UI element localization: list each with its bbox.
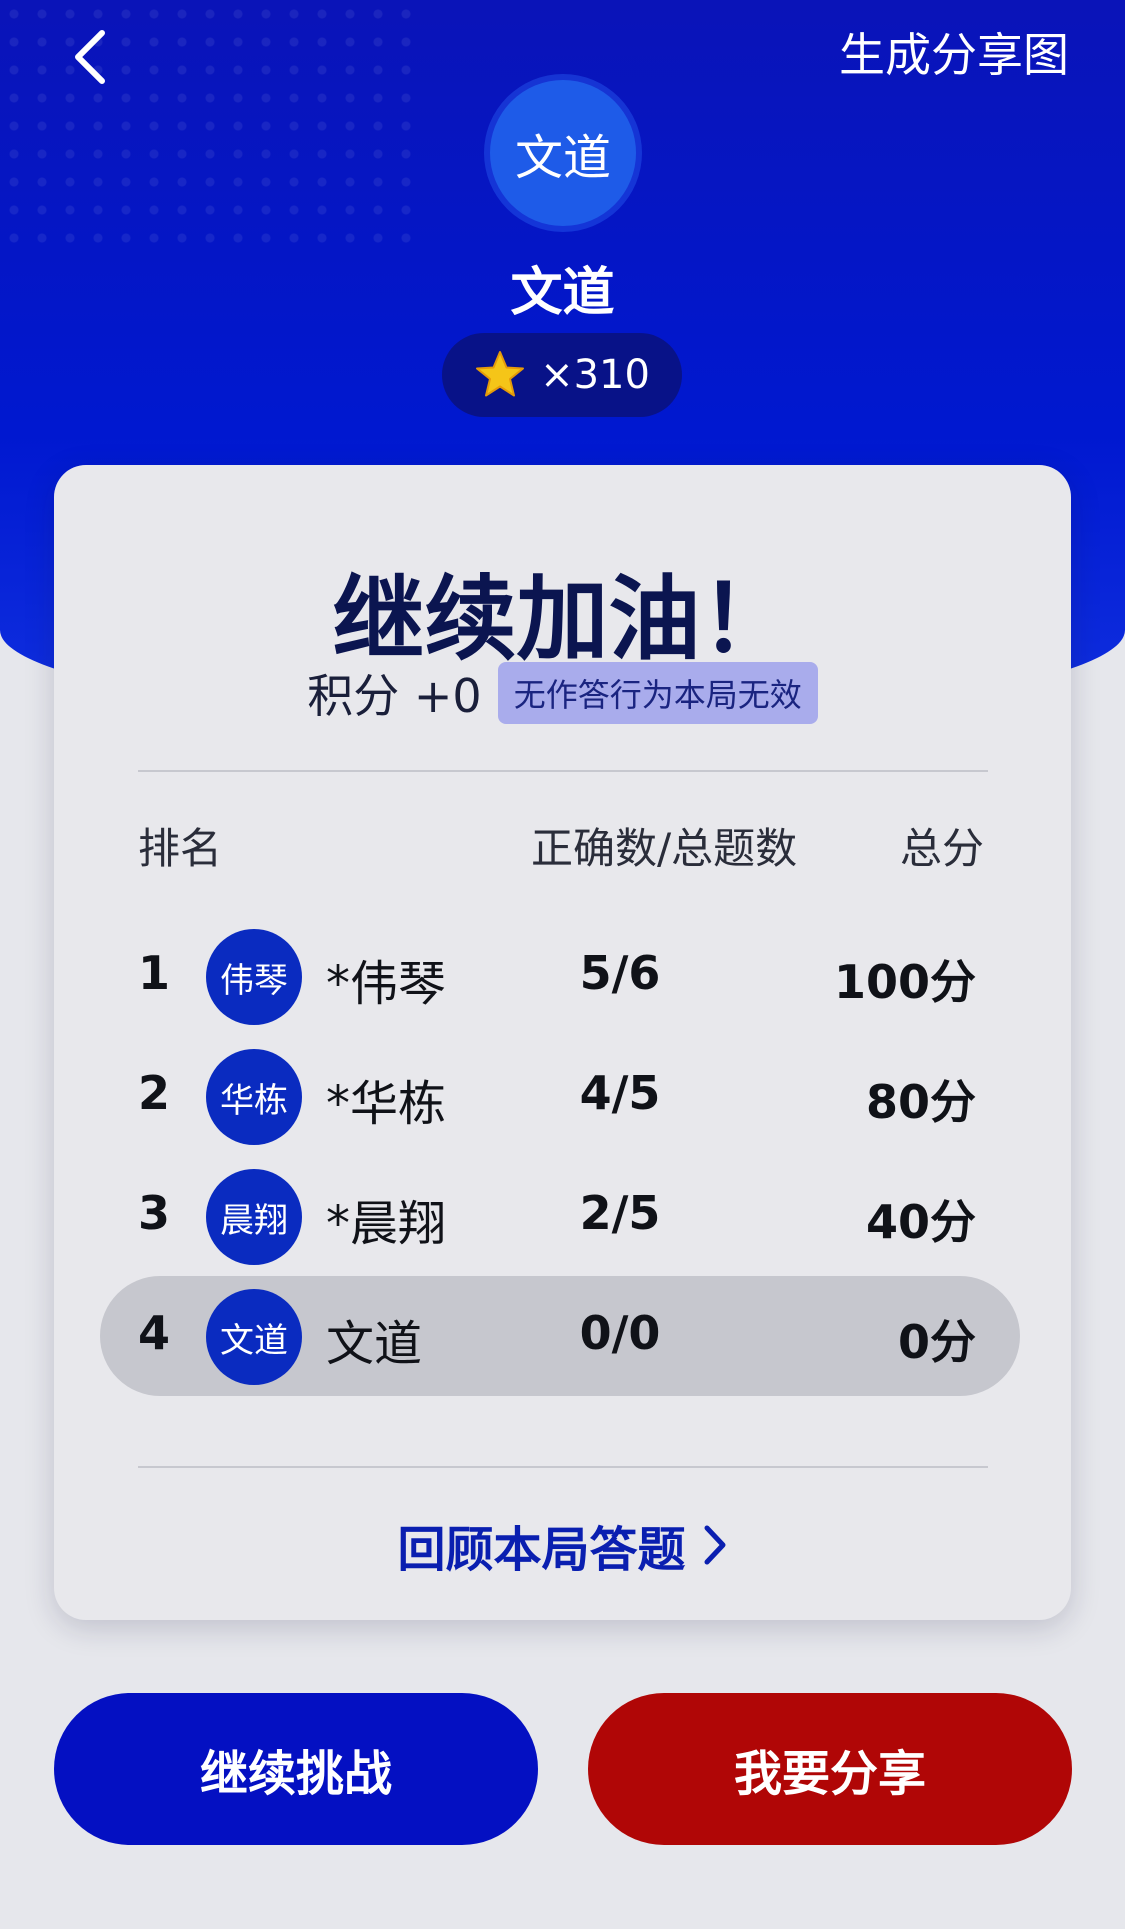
row-rank: 4 — [138, 1306, 171, 1360]
table-row-current-user: 4 文道 文道 0/0 0分 — [100, 1276, 1020, 1396]
row-correct: 0/0 — [579, 1306, 661, 1360]
coin-balance-pill: ×310 — [442, 333, 682, 417]
header-total: 总分 — [899, 824, 984, 873]
share-button[interactable]: 我要分享 — [588, 1693, 1072, 1845]
header-rank: 排名 — [138, 824, 223, 873]
row-avatar: 伟琴 — [206, 929, 302, 1025]
row-name: 文道 — [326, 1316, 423, 1372]
row-name: *伟琴 — [326, 956, 447, 1012]
row-score: 80分 — [865, 1075, 976, 1129]
row-rank: 1 — [138, 946, 171, 1000]
row-avatar: 文道 — [206, 1289, 302, 1385]
result-title: 继续加油！ — [332, 566, 793, 673]
row-avatar: 华栋 — [206, 1049, 302, 1145]
invalid-round-badge: 无作答行为本局无效 — [497, 662, 818, 724]
table-row: 3 晨翔 *晨翔 2/5 40分 — [100, 1156, 1020, 1276]
ranking-table-header: 排名 正确数/总题数 总分 — [138, 815, 988, 875]
row-score: 100分 — [833, 955, 976, 1009]
generate-share-image-button[interactable]: 生成分享图 — [839, 22, 1069, 88]
review-answers-link[interactable]: 回顾本局答题 — [54, 1510, 1071, 1580]
table-row: 1 伟琴 *伟琴 5/6 100分 — [100, 916, 1020, 1036]
chevron-right-icon — [704, 1525, 725, 1565]
row-correct: 4/5 — [579, 1066, 661, 1120]
row-avatar: 晨翔 — [206, 1169, 302, 1265]
row-score: 0分 — [897, 1315, 976, 1369]
chevron-left-icon — [75, 30, 105, 84]
score-row: 积分 +0 无作答行为本局无效 — [54, 660, 1071, 726]
review-answers-label: 回顾本局答题 — [397, 1522, 686, 1578]
row-correct: 2/5 — [579, 1186, 661, 1240]
row-correct: 5/6 — [579, 946, 661, 1000]
score-label: 积分 +0 — [307, 669, 482, 723]
row-name: *华栋 — [326, 1076, 447, 1132]
result-card: 继续加油！ 积分 +0 无作答行为本局无效 排名 正确数/总题数 总分 1 伟琴… — [54, 465, 1071, 1620]
user-avatar: 文道 — [490, 80, 636, 226]
coin-count: ×310 — [540, 352, 650, 398]
divider-top — [138, 770, 988, 772]
row-name: *晨翔 — [326, 1196, 447, 1252]
star-icon — [476, 351, 525, 397]
row-score: 40分 — [865, 1195, 976, 1249]
divider-bottom — [138, 1466, 988, 1468]
username: 文道 — [510, 263, 615, 323]
continue-challenge-button[interactable]: 继续挑战 — [54, 1693, 538, 1845]
header-correct: 正确数/总题数 — [531, 824, 798, 873]
back-button[interactable] — [60, 22, 120, 92]
row-rank: 3 — [138, 1186, 171, 1240]
row-rank: 2 — [138, 1066, 171, 1120]
table-row: 2 华栋 *华栋 4/5 80分 — [100, 1036, 1020, 1156]
